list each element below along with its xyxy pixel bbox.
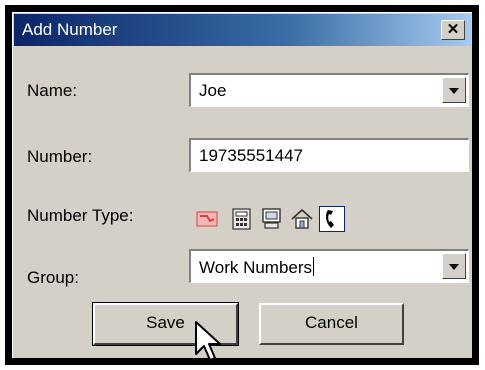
close-button[interactable]: ✕: [441, 20, 465, 40]
name-combobox[interactable]: Joe: [189, 73, 469, 107]
window-title: Add Number: [22, 20, 118, 39]
chevron-down-icon: [449, 88, 459, 94]
number-label: Number:: [27, 147, 93, 166]
title-bar[interactable]: Add Number ✕: [14, 14, 471, 46]
name-value: Joe: [199, 81, 227, 100]
home-icon[interactable]: [289, 206, 315, 232]
group-label: Group:: [27, 268, 79, 287]
group-value-text: Work Numbers: [199, 258, 313, 277]
cancel-button[interactable]: Cancel: [259, 303, 404, 345]
number-input[interactable]: 19735551447: [189, 138, 469, 172]
number-type-label: Number Type:: [27, 206, 134, 225]
name-dropdown-button[interactable]: [442, 77, 466, 103]
fax-icon[interactable]: [229, 206, 255, 232]
group-value: Work Numbers: [199, 257, 315, 278]
pager-icon[interactable]: [195, 206, 221, 232]
phone-icon[interactable]: [319, 206, 345, 232]
close-icon: ✕: [446, 21, 460, 38]
number-value: 19735551447: [199, 146, 304, 165]
group-combobox[interactable]: Work Numbers: [189, 249, 469, 283]
chevron-down-icon: [449, 264, 459, 270]
mouse-cursor-icon: [195, 321, 221, 361]
group-dropdown-button[interactable]: [442, 253, 466, 279]
text-caret: [313, 257, 315, 276]
computer-icon[interactable]: [259, 206, 285, 232]
name-label: Name:: [27, 81, 78, 100]
add-number-dialog: Add Number ✕ Name: Joe Number: 197355514…: [12, 12, 472, 358]
